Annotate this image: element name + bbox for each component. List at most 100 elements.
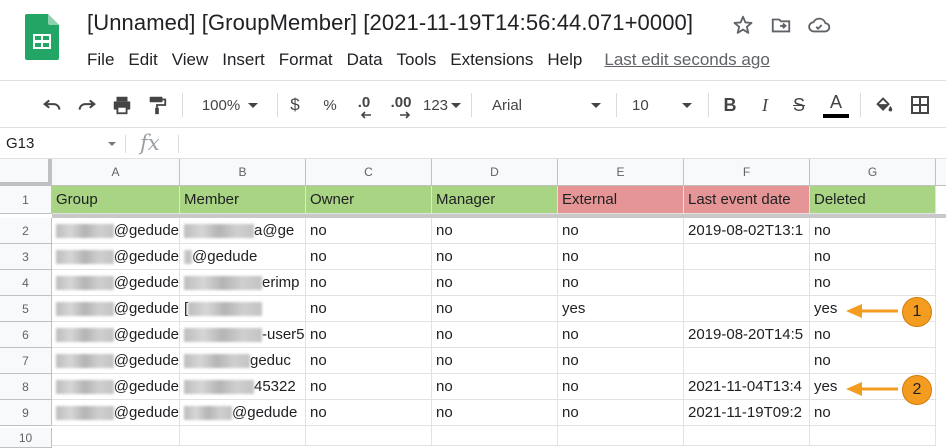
header-cell-external[interactable]: External [558,186,684,214]
cell-owner[interactable]: no [306,270,432,296]
italic-button[interactable]: I [753,81,777,129]
column-header-c[interactable]: C [306,159,432,186]
cell-group[interactable]: @gedude [52,348,180,374]
cell-last-event[interactable]: 2019-08-20T14:5 [684,322,810,348]
cell-deleted[interactable]: no [810,348,936,374]
column-header-a[interactable]: A [52,159,180,186]
empty-cell[interactable] [52,426,180,446]
redo-icon[interactable] [73,81,101,129]
more-formats-button[interactable]: 123 [421,81,463,129]
cell-external[interactable]: no [558,322,684,348]
cell-last-event[interactable] [684,296,810,322]
empty-cell[interactable] [558,426,684,446]
cell-manager[interactable]: no [432,296,558,322]
cell-deleted[interactable]: no [810,244,936,270]
increase-decimal-button[interactable]: .00 [385,81,417,129]
cell-manager[interactable]: no [432,244,558,270]
cell-owner[interactable]: no [306,218,432,244]
cell-owner[interactable]: no [306,322,432,348]
row-header-5[interactable]: 5 [0,296,52,322]
empty-cell[interactable] [180,426,306,446]
row-header-10[interactable]: 10 [0,428,52,448]
cell-manager[interactable]: no [432,374,558,400]
cell-last-event[interactable]: 2021-11-19T09:2 [684,400,810,426]
cell-manager[interactable]: no [432,322,558,348]
header-cell-group[interactable]: Group [52,186,180,214]
header-cell-manager[interactable]: Manager [432,186,558,214]
cell-manager[interactable]: no [432,400,558,426]
cell-external[interactable]: no [558,244,684,270]
cell-group[interactable]: @gedude [52,374,180,400]
cell-member[interactable]: @gedude [180,400,306,426]
name-box[interactable]: G13 [6,135,34,152]
menu-extensions[interactable]: Extensions [443,47,540,73]
cell-external[interactable]: yes [558,296,684,322]
header-cell-last-event-date[interactable]: Last event date [684,186,810,214]
menu-data[interactable]: Data [340,47,390,73]
menu-file[interactable]: File [80,47,121,73]
menu-insert[interactable]: Insert [215,47,272,73]
header-cell-owner[interactable]: Owner [306,186,432,214]
cell-member[interactable]: geduc [180,348,306,374]
cell-last-event[interactable]: 2019-08-02T13:1 [684,218,810,244]
header-cell-deleted[interactable]: Deleted [810,186,936,214]
cell-member[interactable]: @gedude [180,244,306,270]
row-header-4[interactable]: 4 [0,270,52,296]
empty-cell[interactable] [810,426,936,446]
empty-cell[interactable] [684,426,810,446]
fill-color-icon[interactable] [870,81,898,129]
column-header-f[interactable]: F [684,159,810,186]
move-to-folder-icon[interactable] [768,12,794,38]
menu-view[interactable]: View [165,47,216,73]
cell-external[interactable]: no [558,348,684,374]
cell-owner[interactable]: no [306,348,432,374]
row-header-1[interactable]: 1 [0,186,52,214]
cell-last-event[interactable]: 2021-11-04T13:4 [684,374,810,400]
cell-group[interactable]: @gedude [52,244,180,270]
row-header-8[interactable]: 8 [0,374,52,400]
cell-manager[interactable]: no [432,270,558,296]
cell-owner[interactable]: no [306,400,432,426]
empty-cell[interactable] [306,426,432,446]
select-all-corner[interactable] [0,159,52,186]
cell-group[interactable]: @gedude [52,296,180,322]
column-header-g[interactable]: G [810,159,936,186]
last-edit-link[interactable]: Last edit seconds ago [597,47,776,73]
row-header-7[interactable]: 7 [0,348,52,374]
cell-member[interactable]: [ [180,296,306,322]
cell-deleted[interactable]: no [810,218,936,244]
row-header-9[interactable]: 9 [0,400,52,426]
font-size-select[interactable]: 10 [624,81,700,129]
cell-manager[interactable]: no [432,218,558,244]
font-family-select[interactable]: Arial [484,81,609,129]
cell-deleted[interactable]: no [810,270,936,296]
sheets-logo-icon[interactable] [25,14,59,60]
undo-icon[interactable] [38,81,66,129]
text-color-button[interactable]: A [820,81,852,129]
column-header-e[interactable]: E [558,159,684,186]
cell-member[interactable]: erimp [180,270,306,296]
row-header-6[interactable]: 6 [0,322,52,348]
cell-group[interactable]: @gedude [52,218,180,244]
strikethrough-button[interactable]: S [787,81,811,129]
cell-group[interactable]: @gedude [52,270,180,296]
empty-cell[interactable] [432,426,558,446]
column-header-d[interactable]: D [432,159,558,186]
row-header-2[interactable]: 2 [0,218,52,244]
percent-format-button[interactable]: % [318,81,342,129]
column-header-b[interactable]: B [180,159,306,186]
cell-last-event[interactable] [684,270,810,296]
cell-last-event[interactable] [684,244,810,270]
cell-manager[interactable]: no [432,348,558,374]
cell-external[interactable]: no [558,374,684,400]
decrease-decimal-button[interactable]: .0 [350,81,378,129]
cell-group[interactable]: @gedude [52,322,180,348]
cell-owner[interactable]: no [306,296,432,322]
cell-member[interactable]: -user5 [180,322,306,348]
menu-help[interactable]: Help [540,47,589,73]
bold-button[interactable]: B [718,81,742,129]
cell-external[interactable]: no [558,218,684,244]
cell-last-event[interactable] [684,348,810,374]
cell-external[interactable]: no [558,400,684,426]
header-cell-member[interactable]: Member [180,186,306,214]
